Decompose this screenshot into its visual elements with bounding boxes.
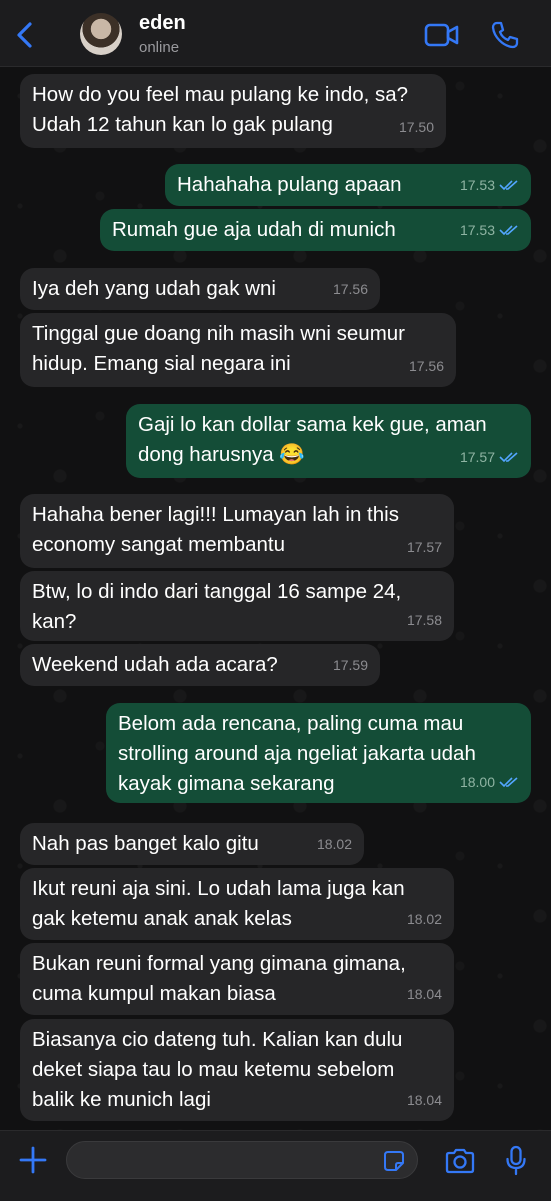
message-text: Biasanya cio dateng tuh. Kalian kan dulu… <box>32 1028 403 1111</box>
sticker-button[interactable] <box>383 1150 405 1172</box>
microphone-icon <box>506 1145 526 1176</box>
message-meta: 17.56 <box>333 274 368 304</box>
message-meta: 18.02 <box>407 904 442 934</box>
message-time: 18.04 <box>406 1092 442 1108</box>
message-text: Hahaha bener lagi!!! Lumayan lah in this… <box>32 503 399 556</box>
message-time: 17.56 <box>408 358 444 374</box>
chat-header: eden online <box>0 0 551 67</box>
camera-button[interactable] <box>444 1147 476 1175</box>
attach-button[interactable] <box>18 1145 48 1175</box>
message-meta: 17.58 <box>407 605 442 635</box>
message-text: Nah pas banget kalo gitu <box>32 832 259 855</box>
plus-icon <box>19 1146 47 1174</box>
camera-icon <box>445 1148 475 1174</box>
message-text: Rumah gue aja udah di munich <box>112 218 396 241</box>
message-bubble[interactable]: Nah pas banget kalo gitu 18.02 <box>20 823 364 865</box>
message-meta: 17.59 <box>333 650 368 680</box>
message-bubble[interactable]: Rumah gue aja udah di munich 17.53 <box>100 209 531 251</box>
message-bubble[interactable]: How do you feel mau pulang ke indo, sa? … <box>20 74 446 148</box>
message-bubble[interactable]: Bukan reuni formal yang gimana gimana, c… <box>20 943 454 1015</box>
message-text: How do you feel mau pulang ke indo, sa? … <box>32 83 409 136</box>
video-call-icon <box>424 23 459 47</box>
message-bubble[interactable]: Tinggal gue doang nih masih wni seumur h… <box>20 313 456 387</box>
message-bubble[interactable]: Btw, lo di indo dari tanggal 16 sampe 24… <box>20 571 454 641</box>
message-time: 18.02 <box>406 911 442 927</box>
video-call-button[interactable] <box>424 22 460 48</box>
message-text: Ikut reuni aja sini. Lo udah lama juga k… <box>32 877 405 930</box>
message-time: 17.50 <box>398 119 434 135</box>
message-bubble[interactable]: Weekend udah ada acara? 17.59 <box>20 644 380 686</box>
back-button[interactable] <box>10 18 40 52</box>
message-meta: 17.57 <box>460 442 519 472</box>
message-meta: 17.53 <box>460 215 519 245</box>
message-time: 17.53 <box>459 177 495 193</box>
read-ticks-icon <box>499 180 518 191</box>
message-bubble[interactable]: Iya deh yang udah gak wni 17.56 <box>20 268 380 310</box>
avatar[interactable] <box>80 13 122 55</box>
message-meta: 18.04 <box>407 1085 442 1115</box>
voice-call-button[interactable] <box>490 20 520 50</box>
message-input[interactable] <box>66 1141 418 1179</box>
message-text: Belom ada rencana, paling cuma mau strol… <box>118 712 476 795</box>
message-bubble[interactable]: Hahahaha pulang apaan 17.53 <box>165 164 531 206</box>
read-ticks-icon <box>499 777 518 788</box>
message-meta: 18.00 <box>460 767 519 797</box>
message-meta: 17.56 <box>409 351 444 381</box>
chevron-left-icon <box>17 22 32 48</box>
message-time: 17.53 <box>459 222 495 238</box>
read-ticks-icon <box>499 452 518 463</box>
message-time: 17.56 <box>332 281 368 297</box>
phone-icon <box>491 21 519 49</box>
message-bubble[interactable]: Hahaha bener lagi!!! Lumayan lah in this… <box>20 494 454 568</box>
message-bubble[interactable]: Gaji lo kan dollar sama kek gue, aman do… <box>126 404 531 478</box>
message-meta: 17.50 <box>399 112 434 142</box>
message-meta: 18.02 <box>317 829 352 859</box>
message-text: Btw, lo di indo dari tanggal 16 sampe 24… <box>32 580 402 633</box>
message-meta: 17.53 <box>460 170 519 200</box>
message-bubble[interactable]: Biasanya cio dateng tuh. Kalian kan dulu… <box>20 1019 454 1121</box>
message-time: 17.59 <box>332 657 368 673</box>
message-meta: 17.57 <box>407 532 442 562</box>
sticker-icon <box>384 1151 404 1171</box>
message-text: Weekend udah ada acara? <box>32 653 278 676</box>
message-bubble[interactable]: Belom ada rencana, paling cuma mau strol… <box>106 703 531 803</box>
message-text: Bukan reuni formal yang gimana gimana, c… <box>32 952 406 1005</box>
message-time: 17.57 <box>406 539 442 555</box>
message-time: 17.58 <box>406 612 442 628</box>
message-text: Tinggal gue doang nih masih wni seumur h… <box>32 322 406 375</box>
message-time: 18.00 <box>459 774 495 790</box>
message-time: 18.02 <box>316 836 352 852</box>
contact-status: online <box>139 39 180 56</box>
message-bubble[interactable]: Ikut reuni aja sini. Lo udah lama juga k… <box>20 868 454 940</box>
message-time: 18.04 <box>406 986 442 1002</box>
message-input-bar <box>0 1130 551 1201</box>
read-ticks-icon <box>499 225 518 236</box>
contact-name[interactable]: eden <box>139 12 186 35</box>
message-meta: 18.04 <box>407 979 442 1009</box>
microphone-button[interactable] <box>505 1145 527 1177</box>
message-time: 17.57 <box>459 449 495 465</box>
message-text: Iya deh yang udah gak wni <box>32 277 276 300</box>
